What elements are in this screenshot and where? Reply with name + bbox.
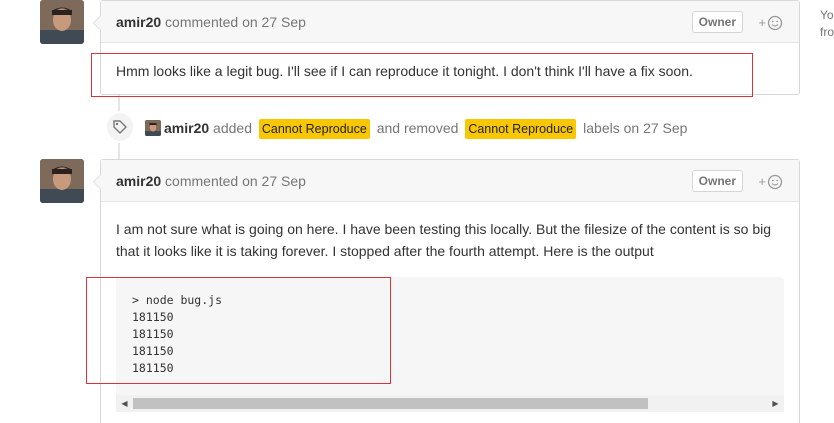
event-removed-text: and removed — [376, 120, 459, 136]
code-block: > node bug.js 181150 181150 181150 18115… — [116, 277, 784, 412]
comment-author[interactable]: amir20 — [116, 14, 161, 30]
label-added[interactable]: Cannot Reproduce — [258, 119, 370, 139]
label-removed[interactable]: Cannot Reproduce — [465, 119, 577, 139]
event-added-text: added — [213, 120, 252, 136]
timeline-line-lower — [118, 141, 120, 159]
scroll-thumb[interactable] — [133, 398, 648, 409]
sidebar-line-2: fro — [820, 25, 834, 39]
comment-text: I am not sure what is going on here. I h… — [116, 221, 772, 259]
comment-2: amir20 commented on 27 Sep Owner + I am … — [93, 159, 800, 423]
sidebar-line-1: Yo — [820, 8, 834, 22]
tag-icon-badge — [105, 111, 135, 143]
event-actor[interactable]: amir20 — [164, 120, 209, 136]
owner-badge: Owner — [691, 170, 743, 192]
label-event: amir20 added Cannot Reproduce and remove… — [105, 111, 805, 143]
comment-meta[interactable]: commented on 27 Sep — [165, 14, 306, 30]
sidebar-notification-text: Yo fro — [820, 7, 834, 41]
smiley-icon — [767, 174, 783, 190]
comment-header: amir20 commented on 27 Sep Owner + — [101, 160, 799, 202]
comment-header: amir20 commented on 27 Sep Owner + — [101, 1, 799, 43]
event-suffix[interactable]: labels on 27 Sep — [583, 120, 687, 136]
event-description: amir20 added Cannot Reproduce and remove… — [164, 118, 687, 139]
comment-author[interactable]: amir20 — [116, 173, 161, 189]
smiley-icon — [767, 15, 783, 31]
owner-badge: Owner — [691, 11, 743, 33]
scroll-left-arrow[interactable]: ◀ — [116, 395, 133, 412]
avatar[interactable] — [40, 159, 84, 203]
comment-body: Hmm looks like a legit bug. I'll see if … — [101, 43, 799, 97]
code-output: > node bug.js 181150 181150 181150 18115… — [132, 293, 223, 375]
comment-text: Hmm looks like a legit bug. I'll see if … — [116, 63, 693, 79]
comment-meta[interactable]: commented on 27 Sep — [165, 173, 306, 189]
avatar[interactable] — [40, 0, 84, 44]
reaction-plus: + — [758, 15, 766, 30]
horizontal-scrollbar[interactable]: ◀ ▶ — [116, 395, 784, 412]
add-reaction-button[interactable]: + — [758, 12, 783, 33]
reaction-plus: + — [758, 174, 766, 189]
comment-1: amir20 commented on 27 Sep Owner + Hmm l… — [93, 0, 800, 97]
event-actor-avatar[interactable] — [145, 120, 161, 136]
add-reaction-button[interactable]: + — [758, 171, 783, 192]
scroll-right-arrow[interactable]: ▶ — [767, 395, 784, 412]
tag-icon — [113, 120, 127, 134]
comment-body: I am not sure what is going on here. I h… — [101, 202, 799, 423]
